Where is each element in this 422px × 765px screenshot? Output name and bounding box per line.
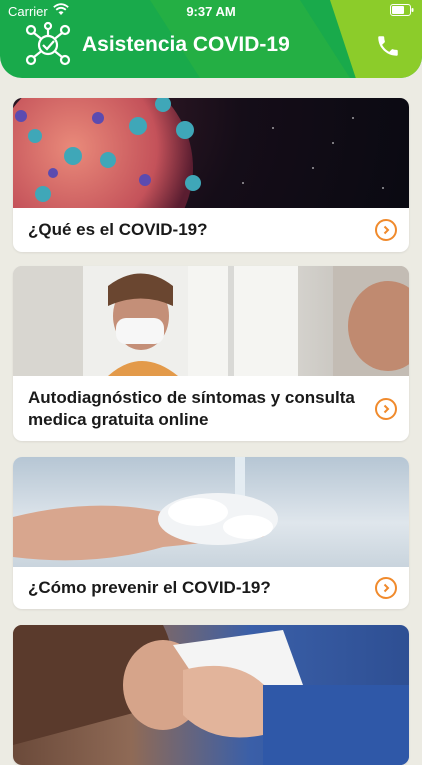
- woman-wearing-face-mask: [13, 266, 409, 376]
- card-symptoms[interactable]: [13, 625, 409, 765]
- card-caption: ¿Qué es el COVID-19?: [13, 208, 409, 252]
- battery-icon: [390, 4, 414, 16]
- header-title-row: Asistencia COVID-19: [24, 21, 290, 68]
- app-header: Carrier 9:37 AM Asistencia COVID-19: [0, 0, 422, 78]
- chevron-right-icon[interactable]: [375, 577, 397, 599]
- handwash-image: [13, 457, 278, 561]
- card-prevention[interactable]: ¿Cómo prevenir el COVID-19?: [13, 457, 409, 609]
- card-what-is-covid[interactable]: ¿Qué es el COVID-19?: [13, 98, 409, 252]
- card-label: ¿Cómo prevenir el COVID-19?: [28, 578, 271, 597]
- status-bar: Carrier 9:37 AM: [0, 0, 422, 22]
- chevron-right-icon[interactable]: [375, 397, 397, 420]
- card-caption: Autodiagnóstico de síntomas y consulta m…: [13, 376, 409, 441]
- chevron-right-icon[interactable]: [375, 219, 397, 241]
- page-title: Asistencia COVID-19: [82, 33, 290, 56]
- call-button[interactable]: [368, 26, 408, 66]
- coronavirus-illustration: [13, 98, 409, 208]
- virus-network-icon: [25, 21, 71, 66]
- card-caption: ¿Cómo prevenir el COVID-19?: [13, 567, 409, 609]
- sick-image: [13, 625, 409, 765]
- phone-icon: [378, 36, 398, 56]
- mask-image: [13, 266, 409, 376]
- washing-hands-with-soap: [13, 457, 409, 567]
- card-label: Autodiagnóstico de síntomas y consulta m…: [28, 387, 355, 429]
- virus-image: [13, 98, 384, 208]
- card-self-diagnosis[interactable]: Autodiagnóstico de síntomas y consulta m…: [13, 266, 409, 441]
- sick-person-with-tissue: [13, 625, 409, 765]
- card-label: ¿Qué es el COVID-19?: [28, 220, 208, 239]
- status-time: 9:37 AM: [186, 4, 236, 19]
